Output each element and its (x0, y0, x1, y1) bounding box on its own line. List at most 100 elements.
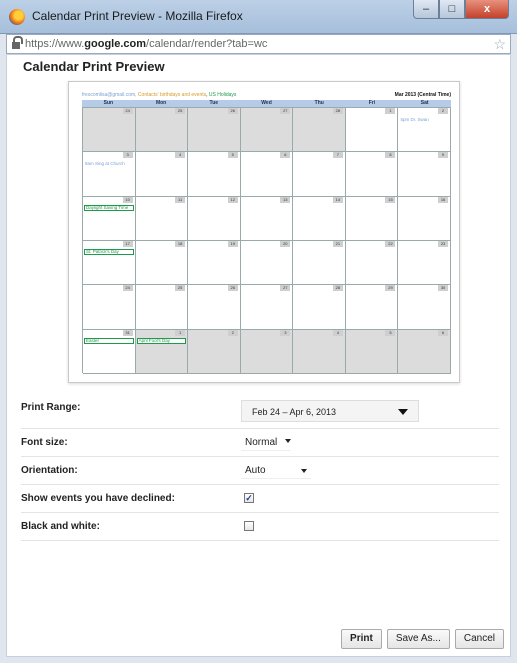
weekday-label: Sat (420, 100, 429, 106)
calendar-preview: frescomlisa@gmail.com, Contacts' birthda… (68, 81, 460, 383)
calendar-day-cell: 23 (398, 240, 452, 286)
orientation-select[interactable]: Auto (241, 463, 311, 479)
calendar-day-cell: 27 (240, 285, 294, 330)
day-number: 3 (280, 329, 291, 336)
print-settings: Print Range: Feb 24 – Apr 6, 2013 Font s… (21, 395, 499, 541)
day-number: 27 (280, 108, 291, 114)
dialog-buttons: Print Save As... Cancel (341, 629, 504, 649)
day-number: 8 (385, 152, 396, 159)
black-white-checkbox[interactable] (244, 521, 254, 531)
close-button[interactable]: x (465, 0, 509, 19)
calendar-week: 31 Easter 1 April Fool's Day 2 3 4 5 6 (83, 329, 452, 374)
firefox-icon (9, 9, 25, 25)
cancel-button[interactable]: Cancel (454, 629, 504, 649)
orientation-row: Orientation: Auto (21, 457, 499, 485)
day-number: 19 (227, 240, 238, 247)
calendar-day-cell: 28 (293, 108, 346, 153)
print-range-row: Print Range: Feb 24 – Apr 6, 2013 (21, 395, 499, 429)
calendar-day-cell: 18 (135, 240, 189, 286)
calendar-day-cell: 9 (398, 152, 452, 197)
window-controls: – □ x (413, 0, 509, 20)
day-number: 31 (122, 329, 133, 336)
calendar-day-cell: 20 (240, 240, 294, 286)
holiday-event: St. Patrick's Day (84, 248, 134, 255)
calendar-day-cell: 11 (135, 196, 189, 241)
calendar-week: 17 St. Patrick's Day 18 19 20 21 22 23 (83, 240, 452, 286)
day-number: 20 (280, 240, 291, 247)
url-text[interactable]: https://www.google.com/calendar/render?t… (25, 38, 267, 50)
day-number: 14 (332, 196, 343, 203)
calendar-day-cell: 4 (293, 329, 346, 374)
weekday-label: Sun (103, 100, 114, 106)
day-number: 1 (175, 329, 186, 336)
day-number: 7 (332, 152, 343, 159)
calendar-day-cell: 3 9am Sing at Church (83, 152, 136, 197)
calendar-day-cell: 5 (345, 329, 399, 374)
show-declined-label: Show events you have declined: (21, 493, 175, 504)
calendar-day-cell: 6 (240, 152, 294, 197)
calendar-day-cell: 29 (345, 285, 399, 330)
calendar-event: 5pm Dr. Swan (400, 117, 429, 122)
day-number: 28 (332, 108, 343, 114)
day-number: 27 (280, 285, 291, 292)
day-number: 18 (175, 240, 186, 247)
print-button[interactable]: Print (341, 629, 382, 649)
orientation-label: Orientation: (21, 465, 78, 476)
day-number: 25 (175, 285, 186, 292)
day-number: 17 (122, 240, 133, 247)
day-number: 6 (438, 329, 449, 336)
day-number: 2 (438, 108, 449, 114)
save-as-button[interactable]: Save As... (386, 629, 450, 649)
calendar-day-cell: 16 (398, 196, 452, 241)
maximize-button[interactable]: □ (439, 0, 465, 19)
calendar-day-cell: 25 (135, 108, 189, 153)
calendar-week: 3 9am Sing at Church 4 5 6 7 8 9 (83, 152, 452, 197)
month-label: Mar 2013 (Central Time) (394, 92, 451, 98)
day-number: 29 (385, 285, 396, 292)
calendar-day-cell: 1 April Fool's Day (135, 329, 189, 374)
window-title: Calendar Print Preview - Mozilla Firefox (32, 9, 243, 23)
calendar-day-cell: 17 St. Patrick's Day (83, 240, 136, 286)
bookmark-star-icon[interactable]: ☆ (493, 36, 506, 53)
calendar-day-cell: 3 (240, 329, 294, 374)
day-number: 5 (385, 329, 396, 336)
holiday-event: April Fool's Day (136, 337, 187, 344)
day-number: 22 (385, 240, 396, 247)
minimize-button[interactable]: – (413, 0, 439, 19)
weekday-label: Fri (368, 100, 376, 106)
holiday-event: Easter (84, 337, 134, 344)
lock-icon (12, 36, 23, 49)
dropdown-arrow-icon (398, 409, 408, 415)
print-range-select[interactable]: Feb 24 – Apr 6, 2013 (241, 400, 419, 422)
show-declined-row: Show events you have declined: ✓ (21, 485, 499, 513)
black-white-label: Black and white: (21, 521, 100, 532)
calendar-day-cell: 12 (188, 196, 241, 241)
black-white-row: Black and white: (21, 513, 499, 541)
calendar-day-cell: 26 (188, 108, 241, 153)
calendar-day-cell: 24 (83, 108, 136, 153)
show-declined-checkbox[interactable]: ✓ (244, 493, 254, 503)
day-number: 11 (175, 196, 186, 203)
calendar-day-cell: 19 (188, 240, 241, 286)
calendar-day-cell: 2 (188, 329, 241, 374)
calendar-header: frescomlisa@gmail.com, Contacts' birthda… (82, 92, 451, 98)
source-holidays: US Holidays (208, 92, 237, 98)
print-range-value: Feb 24 – Apr 6, 2013 (252, 407, 337, 417)
calendar-day-cell: 10 Daylight Saving Time (83, 196, 136, 241)
day-number: 28 (332, 285, 343, 292)
weekday-label: Mon (155, 100, 167, 106)
day-number: 3 (122, 152, 133, 159)
calendar-day-cell: 21 (293, 240, 346, 286)
font-size-row: Font size: Normal (21, 429, 499, 457)
weekday-header: Sun Mon Tue Wed Thu Fri Sat (82, 100, 451, 107)
address-bar[interactable]: https://www.google.com/calendar/render?t… (6, 34, 511, 54)
day-number: 4 (175, 152, 186, 159)
font-size-select[interactable]: Normal (241, 435, 292, 451)
calendar-day-cell: 27 (240, 108, 294, 153)
font-size-label: Font size: (21, 437, 68, 448)
source-contacts: Contacts' birthdays and events (137, 92, 207, 98)
calendar-day-cell: 14 (293, 196, 346, 241)
day-number: 9 (438, 152, 449, 159)
calendar-day-cell: 6 (398, 329, 452, 374)
day-number: 5 (227, 152, 238, 159)
